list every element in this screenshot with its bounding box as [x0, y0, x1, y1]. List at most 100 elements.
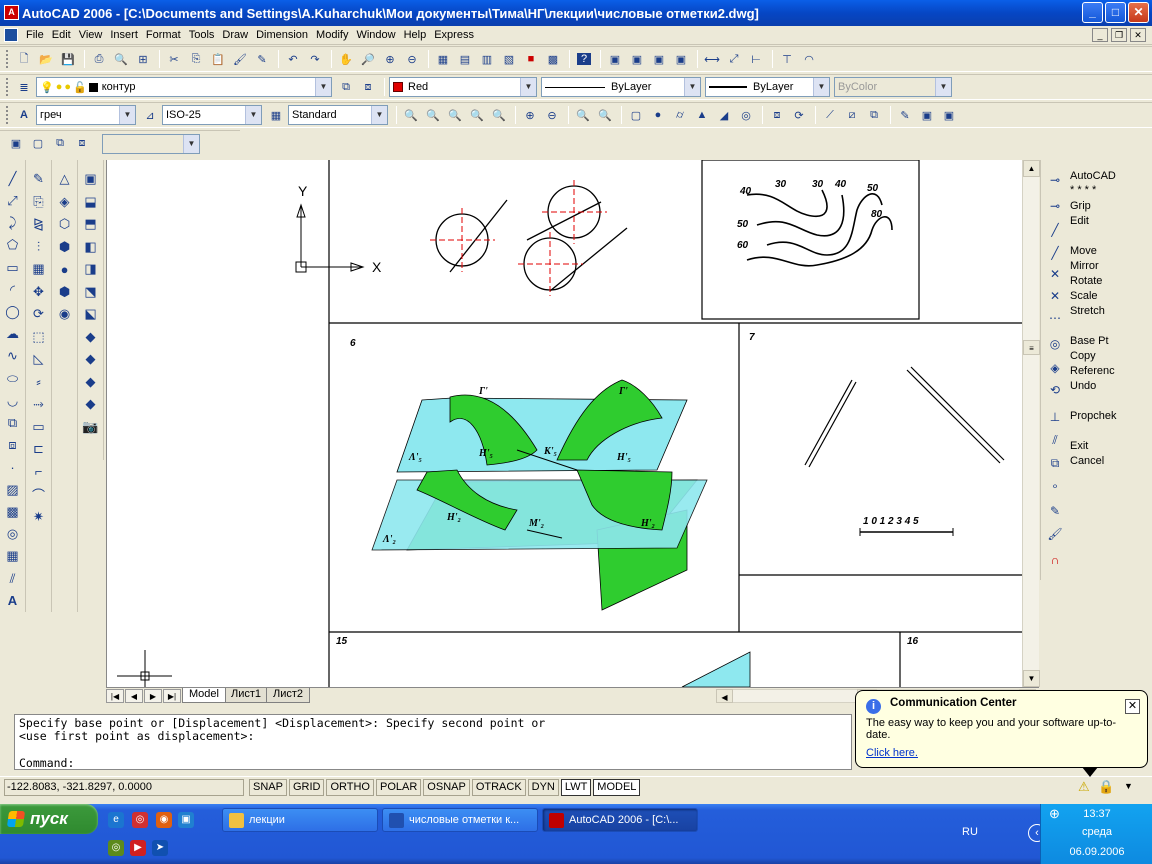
toolbar-grip[interactable] [6, 50, 10, 68]
insert-block-icon[interactable]: ⧉ [2, 412, 24, 434]
communication-center-balloon[interactable]: i Communication Center ✕ The easy way to… [855, 690, 1148, 768]
box-icon[interactable]: ▢ [626, 105, 646, 125]
menu-file[interactable]: File [22, 29, 48, 41]
exit-icon[interactable]: ⫽ [1047, 432, 1063, 448]
join-icon[interactable]: ⊏ [28, 438, 50, 460]
document-icon[interactable] [4, 28, 18, 42]
preview-icon[interactable]: 🔍 [111, 49, 131, 69]
zoom-dynamic-icon[interactable]: 🔍 [423, 105, 443, 125]
move-icon[interactable]: ╱ [1047, 245, 1063, 261]
polygon-icon[interactable]: ⬠ [2, 235, 24, 257]
menu-insert[interactable]: Insert [106, 29, 142, 41]
command-prompt[interactable]: Command: [19, 757, 74, 770]
command-window[interactable]: Specify base point or [Displacement] <Di… [14, 714, 852, 770]
tool-palettes-icon[interactable]: ▥ [477, 49, 497, 69]
left-view-icon[interactable]: ◧ [80, 236, 102, 258]
opera-icon[interactable]: ◎ [132, 812, 148, 828]
lwt-toggle[interactable]: LWT [560, 779, 592, 796]
dim-style-dropdown[interactable]: ISO-25 ▼ [162, 105, 262, 125]
zoom-scale-icon[interactable]: 🔍 [445, 105, 465, 125]
mirror-icon[interactable]: ✕ [1047, 266, 1063, 282]
make-block-icon[interactable]: ⧈ [2, 434, 24, 456]
stretch-icon[interactable]: ◺ [28, 348, 50, 370]
construction-line-icon[interactable]: ⤢ [2, 190, 24, 212]
ne-iso-icon[interactable]: ◆ [80, 371, 102, 393]
rectangle-icon[interactable]: ▭ [2, 257, 24, 279]
cone-icon[interactable]: ▲ [692, 105, 712, 125]
chevron-down-icon[interactable]: ▼ [119, 106, 135, 124]
cube-shaded-icon[interactable]: ⬢ [54, 281, 76, 303]
rt-label-referenc[interactable]: Referenc [1070, 365, 1115, 377]
copy-icon[interactable]: ◈ [1047, 360, 1063, 376]
redo-icon[interactable]: ↷ [305, 49, 325, 69]
cut-icon[interactable]: ✂ [164, 49, 184, 69]
grip-icon[interactable]: ⊸ [1047, 198, 1063, 214]
copy-icon[interactable]: ⎘ [186, 49, 206, 69]
setup-profile-icon[interactable]: ▣ [939, 105, 959, 125]
spline-icon[interactable]: ∿ [2, 346, 24, 368]
wedge-icon[interactable]: ◢ [714, 105, 734, 125]
chamfer-icon[interactable]: ⌐ [28, 461, 50, 483]
lineweight-dropdown[interactable]: ByLayer ▼ [705, 77, 830, 97]
layer-previous-icon[interactable]: ⧈ [358, 77, 378, 97]
polyline-icon[interactable]: ⤸ [2, 212, 24, 234]
toolbar-grip[interactable] [6, 106, 10, 124]
zoom-extents-icon[interactable]: 🔍 [595, 105, 615, 125]
drawing-area[interactable]: Y X 30 30 40 50 40 80 50 60 6 7 15 16 Г'… [106, 160, 1022, 687]
sphere-icon[interactable]: ● [648, 105, 668, 125]
rt-label-scale[interactable]: Scale [1070, 290, 1098, 302]
help-icon[interactable]: ? [574, 49, 594, 69]
chevron-down-icon[interactable]: ▼ [813, 78, 829, 96]
extrude-icon[interactable]: ⧈ [767, 105, 787, 125]
ucs-origin-icon[interactable]: ⧈ [72, 134, 92, 154]
zoom-in-icon[interactable]: ⊕ [520, 105, 540, 125]
revision-cloud-icon[interactable]: ☁ [2, 323, 24, 345]
next-tab-icon[interactable]: ▶ [144, 688, 162, 703]
paste-icon[interactable]: 📋 [208, 49, 228, 69]
ellipse-arc-icon[interactable]: ◡ [2, 390, 24, 412]
rt-label-stretch[interactable]: Stretch [1070, 305, 1105, 317]
dim-radius-icon[interactable]: ◠ [799, 49, 819, 69]
print-icon[interactable]: ⎙ [89, 49, 109, 69]
title-bar[interactable]: A AutoCAD 2006 - [C:\Documents and Setti… [0, 0, 1152, 26]
dyn-toggle[interactable]: DYN [527, 779, 559, 796]
rt-label-autocad[interactable]: AutoCAD [1070, 170, 1116, 182]
model-toggle[interactable]: MODEL [593, 779, 641, 796]
menu-help[interactable]: Help [400, 29, 431, 41]
task-autocad[interactable]: AutoCAD 2006 - [C:\... [542, 808, 698, 832]
setup-view-icon[interactable]: ▣ [917, 105, 937, 125]
setup-drawing-icon[interactable]: ✎ [895, 105, 915, 125]
rt-label-undo[interactable]: Undo [1070, 380, 1096, 392]
interfere-icon[interactable]: ⧉ [864, 105, 884, 125]
ucs-world-icon[interactable]: ▢ [28, 134, 48, 154]
toolbar-grip[interactable] [6, 78, 10, 96]
section-icon[interactable]: ⧄ [842, 105, 862, 125]
nw-iso-icon[interactable]: ◆ [80, 393, 102, 415]
mirror-icon[interactable]: ⧎ [28, 213, 50, 235]
top-view-icon[interactable]: ⬓ [80, 191, 102, 213]
open-icon[interactable]: 📂 [36, 49, 56, 69]
zoom-out-icon[interactable]: ⊖ [542, 105, 562, 125]
gradient-icon[interactable]: ▩ [2, 501, 24, 523]
torus-icon[interactable]: ◎ [736, 105, 756, 125]
menu-edit[interactable]: Edit [48, 29, 75, 41]
last-tab-icon[interactable]: ▶| [163, 688, 181, 703]
back-view-icon[interactable]: ⬕ [80, 303, 102, 325]
dim-baseline-icon[interactable]: ⊢ [746, 49, 766, 69]
task-lekcii[interactable]: лекции [222, 808, 378, 832]
se-iso-icon[interactable]: ◆ [80, 348, 102, 370]
ucs-previous-icon[interactable]: ⧉ [50, 134, 70, 154]
explode-icon[interactable]: ✷ [28, 506, 50, 528]
rt-label-move[interactable]: Move [1070, 245, 1097, 257]
menu-express[interactable]: Express [430, 29, 478, 41]
scale-icon[interactable]: ✕ [1047, 288, 1063, 304]
zoom-all-icon[interactable]: 🔍 [573, 105, 593, 125]
osnap-toggle[interactable]: OSNAP [423, 779, 470, 796]
prev-tab-icon[interactable]: ◀ [125, 688, 143, 703]
rt-label-copy[interactable]: Copy [1070, 350, 1096, 362]
tab-layout2[interactable]: Лист2 [266, 688, 311, 703]
viewport-1-icon[interactable]: ▣ [605, 49, 625, 69]
front-view-icon[interactable]: ⬔ [80, 281, 102, 303]
tab-layout1[interactable]: Лист1 [223, 688, 268, 703]
menu-draw[interactable]: Draw [218, 29, 252, 41]
